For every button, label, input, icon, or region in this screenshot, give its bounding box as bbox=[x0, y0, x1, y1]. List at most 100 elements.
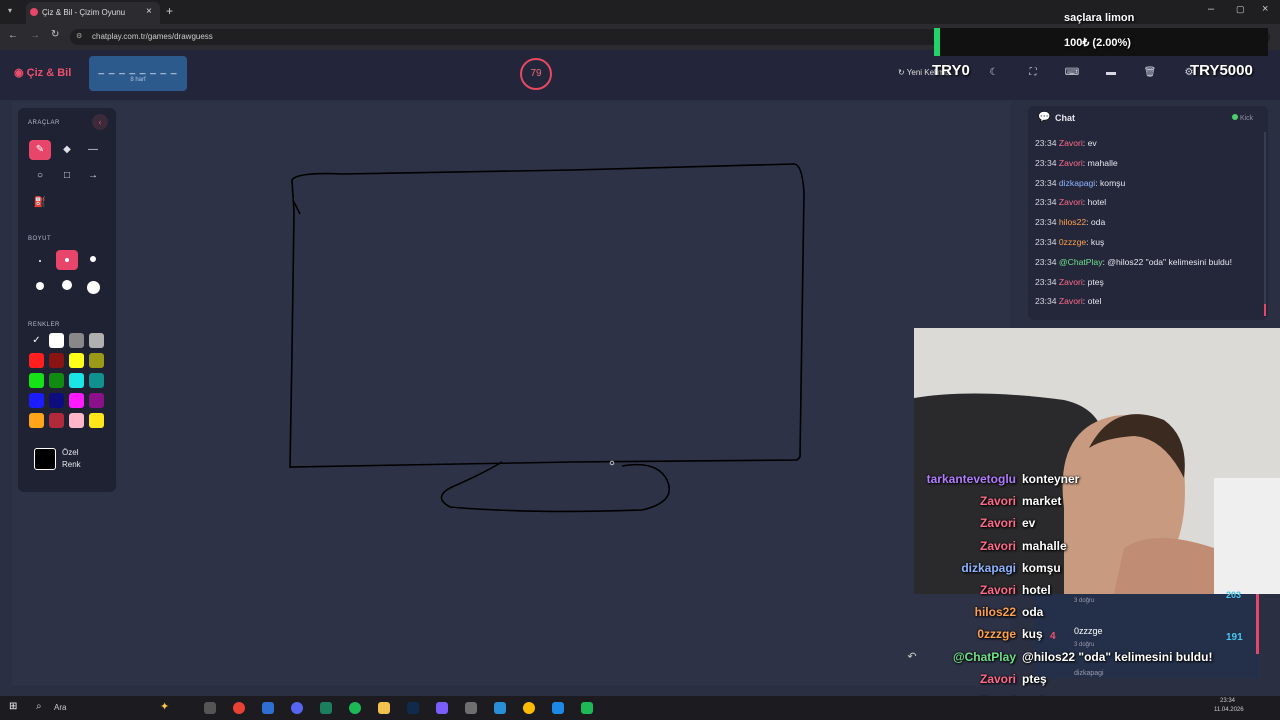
arrow-tool[interactable]: → bbox=[82, 166, 104, 186]
overlay-chat-message: Zavori hotel bbox=[900, 583, 1280, 605]
goal-target: TRY5000 bbox=[1190, 62, 1253, 79]
line-tool[interactable]: — bbox=[82, 140, 104, 160]
browser-tab[interactable]: Çiz & Bil - Çizim Oyunu × bbox=[26, 2, 160, 24]
chat-username[interactable]: Zavori bbox=[1059, 197, 1083, 207]
theme-toggle-button[interactable]: ☾ bbox=[982, 64, 1006, 82]
tab-close-icon[interactable]: × bbox=[146, 6, 152, 17]
line-icon: — bbox=[88, 144, 98, 155]
color-swatch[interactable] bbox=[49, 333, 64, 348]
color-swatch[interactable] bbox=[89, 353, 104, 368]
eraser-icon: ◆ bbox=[63, 144, 71, 155]
taskbar-search-icon[interactable]: ⌕ bbox=[36, 701, 42, 712]
size-3[interactable] bbox=[82, 250, 104, 270]
fullscreen-button[interactable]: ⛶ bbox=[1021, 64, 1045, 82]
close-window-icon[interactable]: × bbox=[1262, 3, 1268, 15]
chat-message: 23:34 dizkapagi: komşu bbox=[1035, 178, 1263, 198]
chat-text: oda bbox=[1090, 217, 1106, 228]
site-info-icon[interactable]: ⚙ bbox=[76, 32, 82, 40]
folder-icon[interactable] bbox=[378, 702, 390, 714]
app-icon-1[interactable] bbox=[262, 702, 274, 714]
color-swatch[interactable] bbox=[29, 413, 44, 428]
maximize-icon[interactable]: ▢ bbox=[1236, 4, 1245, 15]
color-swatch[interactable] bbox=[29, 353, 44, 368]
overlay-chat-message: dizkapagi komşu bbox=[900, 561, 1280, 583]
chat-username[interactable]: Zavori bbox=[1059, 296, 1083, 306]
color-swatch[interactable] bbox=[69, 353, 84, 368]
taskview-icon[interactable] bbox=[204, 702, 216, 714]
color-swatch[interactable] bbox=[49, 373, 64, 388]
fill-tool[interactable]: ⛽ bbox=[29, 193, 51, 213]
back-icon[interactable]: ← bbox=[8, 30, 18, 41]
chat-username[interactable]: Zavori bbox=[1059, 277, 1083, 287]
color-swatch[interactable] bbox=[69, 333, 84, 348]
chat-username[interactable]: dizkapagi bbox=[1059, 178, 1095, 188]
size-6[interactable] bbox=[82, 278, 104, 298]
app-icon-4[interactable] bbox=[465, 702, 477, 714]
color-swatch[interactable]: ✓ bbox=[29, 333, 44, 348]
chat-username[interactable]: 0zzzge bbox=[1059, 237, 1086, 247]
overlay-text: oda bbox=[1022, 605, 1044, 620]
fullscreen-icon: ⛶ bbox=[1029, 67, 1037, 78]
photoshop-icon[interactable] bbox=[407, 702, 419, 714]
chat-username[interactable]: hilos22 bbox=[1059, 217, 1086, 227]
drawing-canvas[interactable]: ↶ bbox=[12, 102, 1010, 686]
app-icon-6[interactable] bbox=[552, 702, 564, 714]
color-swatch[interactable] bbox=[29, 373, 44, 388]
letter-count: 8 harf bbox=[130, 77, 146, 83]
circle-tool[interactable]: ○ bbox=[29, 166, 51, 186]
size-1[interactable] bbox=[29, 250, 51, 270]
color-swatch[interactable] bbox=[89, 333, 104, 348]
custom-color-button[interactable]: Özel Renk bbox=[28, 444, 108, 474]
keyboard-button[interactable]: ⌨ bbox=[1060, 64, 1084, 82]
app-icon-3[interactable] bbox=[436, 702, 448, 714]
color-swatch[interactable] bbox=[49, 353, 64, 368]
dot-icon bbox=[65, 258, 69, 262]
eraser-tool[interactable]: ◆ bbox=[56, 140, 78, 160]
color-swatch[interactable] bbox=[89, 373, 104, 388]
overlay-text: market bbox=[1022, 494, 1062, 509]
chat-scroll-thumb[interactable] bbox=[1264, 304, 1266, 316]
chat-username[interactable]: Zavori bbox=[1059, 158, 1083, 168]
spotify-icon[interactable] bbox=[349, 702, 361, 714]
chat-scrollbar[interactable] bbox=[1264, 132, 1266, 312]
copilot-icon[interactable]: ✦ bbox=[160, 700, 169, 713]
chat-username[interactable]: @ChatPlay bbox=[1059, 257, 1103, 267]
url-text: chatplay.com.tr/games/drawguess bbox=[92, 32, 213, 41]
color-swatch[interactable] bbox=[49, 393, 64, 408]
refresh-icon: ↻ bbox=[898, 68, 905, 77]
archive-icon: ▬ bbox=[1106, 67, 1116, 78]
chat-time: 23:34 bbox=[1035, 236, 1057, 247]
size-5[interactable] bbox=[56, 278, 78, 298]
color-swatch[interactable] bbox=[89, 393, 104, 408]
app-icon-7[interactable] bbox=[581, 702, 593, 714]
collapse-toolbox-button[interactable]: ‹ bbox=[92, 114, 108, 130]
minimize-icon[interactable]: – bbox=[1208, 3, 1214, 15]
forward-icon[interactable]: → bbox=[30, 30, 40, 41]
app-icon-5[interactable] bbox=[494, 702, 506, 714]
color-swatch[interactable] bbox=[89, 413, 104, 428]
color-swatch[interactable] bbox=[69, 393, 84, 408]
reload-icon[interactable]: ↻ bbox=[51, 29, 59, 40]
size-4[interactable] bbox=[29, 278, 51, 298]
color-swatch[interactable] bbox=[69, 413, 84, 428]
color-swatch[interactable] bbox=[69, 373, 84, 388]
tab-menu-icon[interactable]: ▾ bbox=[8, 6, 12, 15]
color-swatch[interactable] bbox=[49, 413, 64, 428]
discord-icon[interactable] bbox=[291, 702, 303, 714]
rectangle-tool[interactable]: □ bbox=[56, 166, 78, 186]
chrome-icon[interactable] bbox=[233, 702, 245, 714]
trash-button[interactable]: 🗑 bbox=[1138, 64, 1162, 82]
overlay-username: hilos22 bbox=[974, 605, 1016, 620]
color-swatch[interactable] bbox=[29, 393, 44, 408]
archive-button[interactable]: ▬ bbox=[1099, 64, 1123, 82]
chat-username[interactable]: Zavori bbox=[1059, 138, 1083, 148]
windows-start-icon[interactable]: ⊞ bbox=[9, 701, 17, 712]
monitor-stand-stroke bbox=[440, 461, 670, 513]
brand-logo[interactable]: ◉ Çiz & Bil bbox=[14, 66, 71, 79]
taskbar-search-label[interactable]: Ara bbox=[54, 703, 66, 712]
new-tab-icon[interactable]: + bbox=[166, 4, 173, 18]
app-icon-2[interactable] bbox=[320, 702, 332, 714]
pencil-tool[interactable]: ✎ bbox=[29, 140, 51, 160]
chrome-active-icon[interactable] bbox=[523, 702, 535, 714]
size-2[interactable] bbox=[56, 250, 78, 270]
